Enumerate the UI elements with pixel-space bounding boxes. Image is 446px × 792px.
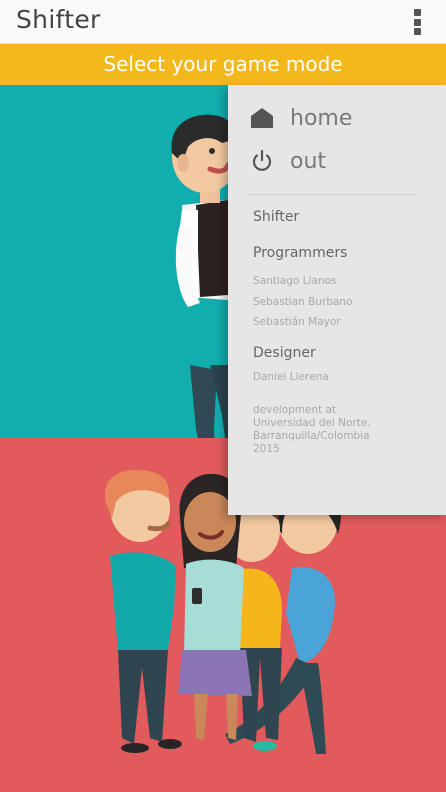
drawer-divider (246, 194, 418, 195)
programmers-heading: Programmers (253, 245, 348, 261)
development-line: Barranquilla/Colombia (253, 430, 370, 442)
programmer-name: Santiago Llanos (253, 275, 337, 287)
development-line: Universidad del Norte. (253, 417, 371, 429)
development-line: 2015 (253, 443, 280, 455)
designer-heading: Designer (253, 345, 316, 361)
overflow-menu-icon[interactable] (414, 9, 422, 35)
app-title: Shifter (16, 5, 101, 34)
game-mode-banner: Select your game mode (0, 44, 446, 85)
power-icon (252, 149, 272, 171)
home-icon (251, 108, 273, 128)
menu-item-out-label: out (290, 148, 327, 174)
app-bar: Shifter (0, 0, 446, 44)
menu-item-home-label: home (290, 105, 353, 131)
menu-item-home[interactable]: home (250, 102, 352, 134)
development-line: development at (253, 404, 337, 416)
designer-name: Daniel Llerena (253, 371, 329, 383)
programmer-name: Sebastian Burbano (253, 296, 353, 308)
programmer-name: Sebastián Mayor (253, 316, 341, 328)
menu-item-out[interactable]: out (250, 145, 326, 177)
credits-app-name: Shifter (253, 209, 300, 225)
development-credit: development at Universidad del Norte. Ba… (253, 404, 438, 456)
navigation-drawer: home out Shifter Programmers Santiago Ll… (228, 85, 446, 515)
